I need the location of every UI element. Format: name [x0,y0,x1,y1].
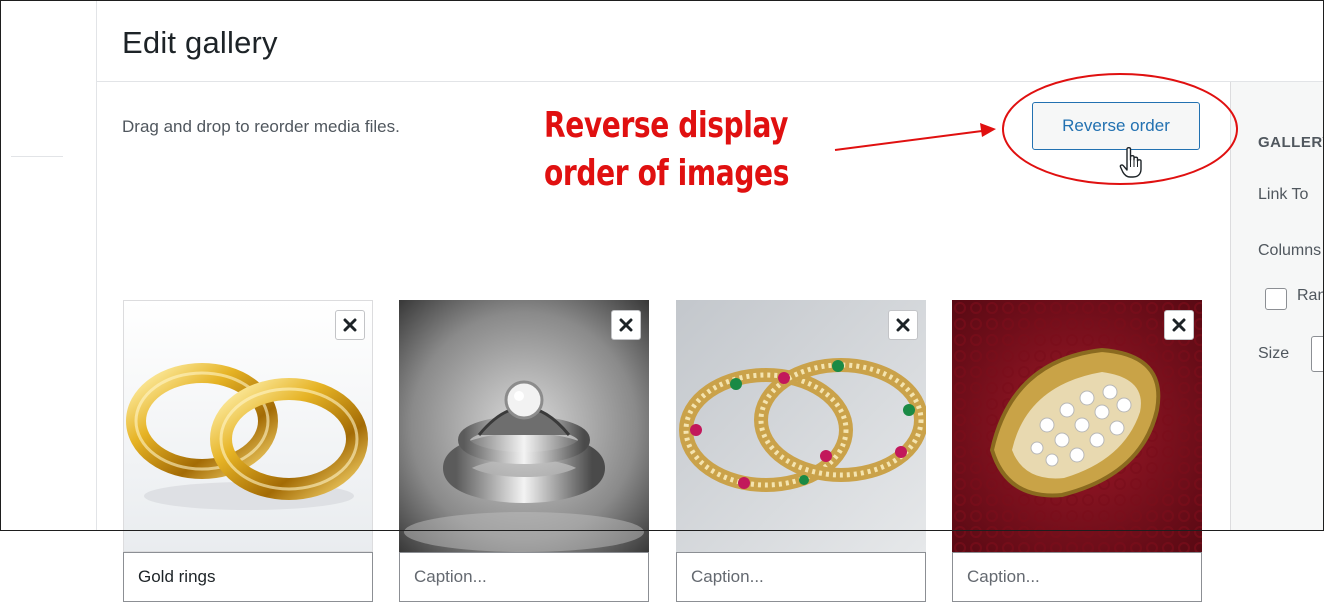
annotation-line-1: Reverse display [544,105,789,146]
size-label: Size [1258,345,1290,362]
remove-image-button[interactable] [611,310,641,340]
gallery-settings-sidebar: GALLERY SETTINGS Link To Columns Random … [1230,82,1324,530]
remove-image-button[interactable] [1164,310,1194,340]
close-icon [343,318,357,332]
divider [11,156,63,157]
remove-image-button[interactable] [335,310,365,340]
gallery-content: Drag and drop to reorder media files. Re… [97,82,1230,602]
caption-input[interactable] [676,552,926,602]
annotation-line-2: order of images [544,153,790,194]
remove-image-button[interactable] [888,310,918,340]
columns-label: Columns [1258,242,1322,259]
instructions-text: Drag and drop to reorder media files. [122,117,400,136]
close-icon [619,318,633,332]
close-icon [1172,318,1186,332]
random-order-checkbox[interactable] [1265,288,1287,310]
annotation-callout: Reverse display order of images [544,102,790,198]
close-icon [896,318,910,332]
caption-input[interactable] [123,552,373,602]
gallery-item[interactable] [123,300,373,602]
random-order-label: Random Order [1297,287,1324,304]
link-to-label: Link To [1258,186,1309,203]
settings-heading: GALLERY SETTINGS [1258,134,1324,151]
hand-pointer-icon [1119,146,1142,178]
caption-input[interactable] [952,552,1202,602]
size-select[interactable] [1311,336,1324,372]
gallery-item[interactable] [399,300,649,602]
gallery-item[interactable] [676,300,926,602]
gallery-item[interactable] [952,300,1202,602]
page-title: Edit gallery [122,25,278,60]
reverse-order-button[interactable]: Reverse order [1032,102,1200,150]
modal-header: Edit gallery [97,1,1323,82]
left-sidebar [1,1,97,530]
caption-input[interactable] [399,552,649,602]
